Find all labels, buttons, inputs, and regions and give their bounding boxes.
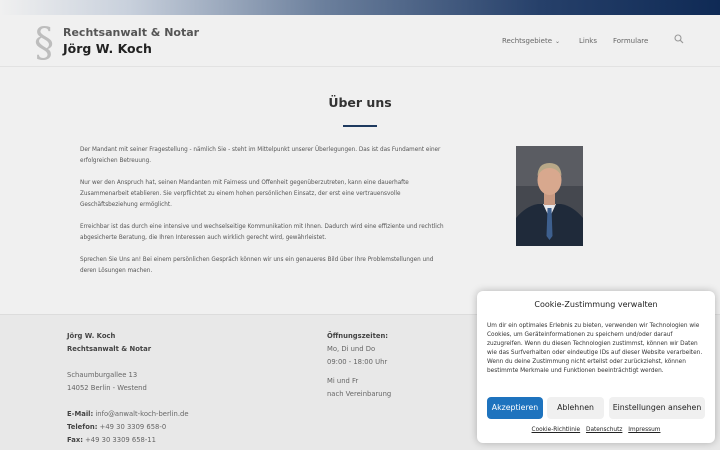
nav-item-rechtsgebiete[interactable]: Rechtsgebiete ⌄ (502, 37, 560, 45)
footer-role: Rechtsanwalt & Notar (67, 345, 152, 353)
footer-name: Jörg W. Koch (67, 332, 116, 340)
privacy-link[interactable]: Datenschutz (586, 427, 622, 433)
about-content: Der Mandant mit seiner Fragestellung - n… (80, 145, 450, 288)
cookie-consent-dialog: Cookie-Zustimmung verwalten Um dir ein o… (477, 291, 715, 443)
cookie-links: Cookie-Richtlinie Datenschutz Impressum (477, 427, 715, 433)
footer-phone-label: Telefon: (67, 423, 98, 431)
about-paragraph-1: Der Mandant mit seiner Fragestellung - n… (80, 147, 441, 164)
footer-email-link[interactable]: info@anwalt-koch-berlin.de (95, 410, 188, 418)
title-divider (343, 125, 377, 127)
cookie-title: Cookie-Zustimmung verwalten (534, 300, 658, 309)
cookie-policy-link[interactable]: Cookie-Richtlinie (532, 427, 581, 433)
logo-title[interactable]: Jörg W. Koch (63, 41, 152, 56)
hours-time-2: nach Vereinbarung (327, 390, 392, 398)
hours-time-1: 09:00 - 18:00 Uhr (327, 358, 388, 366)
decline-button[interactable]: Ablehnen (547, 397, 604, 419)
footer-phone[interactable]: +49 30 3309 658-0 (100, 423, 167, 431)
footer-street: Schaumburgallee 13 (67, 371, 138, 379)
chevron-down-icon: ⌄ (555, 38, 561, 45)
about-paragraph-3: Erreichbar ist das durch eine intensive … (80, 224, 444, 241)
portrait-photo (516, 146, 583, 246)
nav-item-label: Rechtsgebiete (502, 37, 553, 45)
logo-subtitle[interactable]: Rechtsanwalt & Notar (63, 26, 199, 39)
view-settings-button[interactable]: Einstellungen ansehen (609, 397, 705, 419)
footer-contact: Jörg W. Koch Rechtsanwalt & Notar Schaum… (67, 330, 189, 447)
imprint-link[interactable]: Impressum (628, 427, 660, 433)
footer-fax-label: Fax: (67, 436, 83, 444)
cookie-text: Um dir ein optimales Erlebnis zu bieten,… (487, 323, 703, 374)
page-title: Über uns (328, 95, 392, 110)
hours-days-2: Mi und Fr (327, 377, 359, 385)
hours-title: Öffnungszeiten: (327, 332, 389, 340)
footer-email-label: E-Mail: (67, 410, 94, 418)
nav-item-formulare[interactable]: Formulare (613, 37, 648, 45)
top-gradient-bar (0, 0, 720, 15)
accept-button[interactable]: Akzeptieren (487, 397, 543, 419)
footer-hours: Öffnungszeiten: Mo, Di und Do 09:00 - 18… (327, 330, 391, 401)
about-paragraph-2: Nur wer den Anspruch hat, seinen Mandant… (80, 180, 409, 208)
hours-days-1: Mo, Di und Do (327, 345, 376, 353)
about-paragraph-4: Sprechen Sie Uns an! Bei einem persönlic… (80, 257, 434, 274)
footer-city: 14052 Berlin - Westend (67, 384, 147, 392)
nav-item-links[interactable]: Links (579, 37, 597, 45)
footer-fax: +49 30 3309 658-11 (85, 436, 156, 444)
logo-paragraph-symbol[interactable]: § (34, 23, 54, 63)
site-header: § Rechtsanwalt & Notar Jörg W. Koch Rech… (0, 15, 720, 67)
search-icon[interactable] (674, 34, 684, 44)
